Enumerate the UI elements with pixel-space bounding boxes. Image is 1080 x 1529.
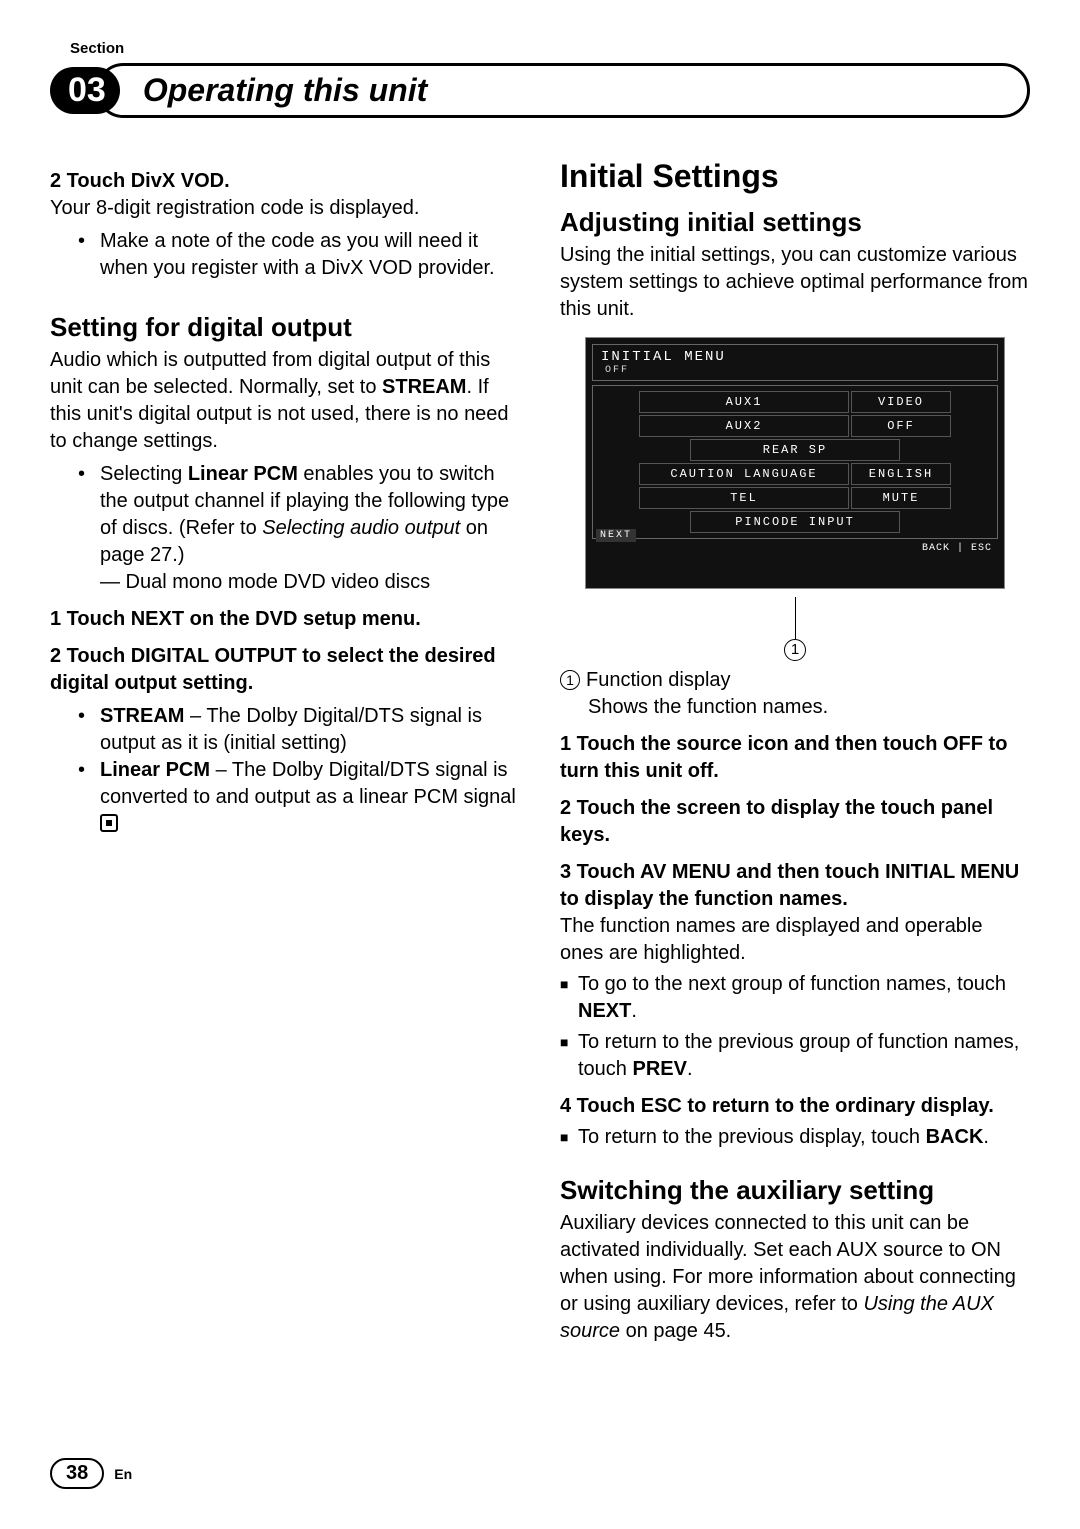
t: 1 Touch the source icon and then touch O… <box>560 733 1007 782</box>
osd-row-value: OFF <box>851 415 951 437</box>
osd-row-label: AUX1 <box>639 391 849 413</box>
osd-row-label: REAR SP <box>690 439 900 461</box>
digital-bullet-1: • Selecting Linear PCM enables you to sw… <box>50 461 520 569</box>
legend-title: Function display <box>586 669 731 691</box>
opt-lpcm-text: Linear PCM – The Dolby Digital/DTS signa… <box>100 757 520 838</box>
t-strong: BACK <box>926 1126 984 1148</box>
t-strong: NEXT <box>578 1000 631 1022</box>
bullet-mark: • <box>78 757 100 838</box>
osd-next: NEXT <box>596 529 636 542</box>
step-2-body: Your 8-digit registration code is displa… <box>50 195 520 222</box>
t: To go to the next group of function name… <box>578 971 1030 1025</box>
callout-number: 1 <box>784 639 806 661</box>
t-strong: PREV <box>632 1058 686 1080</box>
chapter-number: 03 <box>50 67 120 114</box>
t-strong: STREAM <box>382 376 466 398</box>
t: 1 Touch NEXT on the DVD setup menu. <box>50 608 421 630</box>
osd-back-esc: BACK | ESC <box>592 539 998 554</box>
digital-bullet-1-text: Selecting Linear PCM enables you to swit… <box>100 461 520 569</box>
t-strong: Linear PCM <box>100 759 210 781</box>
section-kicker: Section <box>70 40 1030 57</box>
t: . <box>631 1000 637 1022</box>
left-column: 2 Touch DivX VOD. Your 8-digit registrat… <box>50 158 520 1345</box>
digital-output-para: Audio which is outputted from digital ou… <box>50 347 520 455</box>
osd-row-label: CAUTION LANGUAGE <box>639 463 849 485</box>
heading-aux: Switching the auxiliary setting <box>560 1175 1030 1206</box>
footer: 38 En <box>50 1458 132 1489</box>
chapter-title-wrap: Operating this unit <box>96 63 1030 118</box>
stop-icon <box>100 814 118 832</box>
osd-off: OFF <box>601 365 989 376</box>
t: To return to the previous display, touch <box>578 1126 926 1148</box>
digital-step-1: 1 Touch NEXT on the DVD setup menu. <box>50 606 520 633</box>
osd-row-label: PINCODE INPUT <box>690 511 900 533</box>
right-column: Initial Settings Adjusting initial setti… <box>560 158 1030 1345</box>
r-step-3-para: The function names are displayed and ope… <box>560 913 1030 967</box>
t-em: Selecting audio output <box>262 517 460 539</box>
chapter-header: 03 Operating this unit <box>50 63 1030 118</box>
bullet-mark: • <box>78 461 100 569</box>
heading-digital-output: Setting for digital output <box>50 312 520 343</box>
t: To go to the next group of function name… <box>578 973 1006 995</box>
square-icon: ■ <box>560 1128 578 1147</box>
t: 3 Touch AV MENU and then touch INITIAL M… <box>560 861 1019 910</box>
t: on page 45. <box>620 1320 731 1342</box>
digital-step-2: 2 Touch DIGITAL OUTPUT to select the des… <box>50 643 520 697</box>
osd-screenshot: INITIAL MENU OFF AUX1VIDEO AUX2OFF REAR … <box>585 337 1005 589</box>
t: Selecting <box>100 463 188 485</box>
t: To return to the previous group of funct… <box>578 1029 1030 1083</box>
square-icon: ■ <box>560 1033 578 1052</box>
osd-row-label: TEL <box>639 487 849 509</box>
note-next: ■To go to the next group of function nam… <box>560 971 1030 1025</box>
osd-row-value: VIDEO <box>851 391 951 413</box>
t-strong: Linear PCM <box>188 463 298 485</box>
page: Section 03 Operating this unit 2 Touch D… <box>0 0 1080 1529</box>
step-2-divx: 2 Touch DivX VOD. <box>50 168 520 195</box>
note-back: ■To return to the previous display, touc… <box>560 1124 1030 1151</box>
osd-row-value: ENGLISH <box>851 463 951 485</box>
square-icon: ■ <box>560 975 578 994</box>
note-prev: ■To return to the previous group of func… <box>560 1029 1030 1083</box>
t: 2 Touch the screen to display the touch … <box>560 797 993 846</box>
t: 2 Touch DIGITAL OUTPUT to select the des… <box>50 645 496 694</box>
osd-grid: AUX1VIDEO AUX2OFF REAR SP CAUTION LANGUA… <box>592 385 998 539</box>
callout: 1 <box>560 597 1030 661</box>
t: 4 Touch ESC to return to the ordinary di… <box>560 1095 994 1117</box>
page-number: 38 <box>50 1458 104 1489</box>
page-lang: En <box>114 1466 132 1482</box>
aux-para: Auxiliary devices connected to this unit… <box>560 1210 1030 1345</box>
bullet-mark: • <box>78 703 100 757</box>
r-step-2: 2 Touch the screen to display the touch … <box>560 795 1030 849</box>
step-2-bullet: • Make a note of the code as you will ne… <box>50 228 520 282</box>
legend-desc: Shows the function names. <box>588 694 828 721</box>
osd-row-label: AUX2 <box>639 415 849 437</box>
heading-initial-settings: Initial Settings <box>560 158 1030 195</box>
digital-dash: — Dual mono mode DVD video discs <box>50 569 520 596</box>
r-step-4: 4 Touch ESC to return to the ordinary di… <box>560 1093 1030 1120</box>
callout-line <box>795 597 796 639</box>
t: . <box>983 1126 989 1148</box>
opt-lpcm: • Linear PCM – The Dolby Digital/DTS sig… <box>50 757 520 838</box>
osd-row-value: MUTE <box>851 487 951 509</box>
legend-number: 1 <box>560 670 580 690</box>
heading-adjusting: Adjusting initial settings <box>560 207 1030 238</box>
adjusting-para: Using the initial settings, you can cust… <box>560 242 1030 323</box>
t: . <box>687 1058 693 1080</box>
t: To return to the previous display, touch… <box>578 1124 989 1151</box>
step-2-lead: 2 Touch DivX VOD. <box>50 170 230 192</box>
opt-stream-text: STREAM – The Dolby Digital/DTS signal is… <box>100 703 520 757</box>
step-2-bullet-text: Make a note of the code as you will need… <box>100 228 520 282</box>
opt-stream: • STREAM – The Dolby Digital/DTS signal … <box>50 703 520 757</box>
r-step-1: 1 Touch the source icon and then touch O… <box>560 731 1030 785</box>
legend: 1 Function display Shows the function nam… <box>560 667 1030 721</box>
bullet-mark: • <box>78 228 100 282</box>
osd-titlebar: INITIAL MENU OFF <box>592 344 998 381</box>
chapter-title: Operating this unit <box>143 72 427 108</box>
osd-title: INITIAL MENU <box>601 349 989 365</box>
t-strong: STREAM <box>100 705 184 727</box>
r-step-3: 3 Touch AV MENU and then touch INITIAL M… <box>560 859 1030 913</box>
